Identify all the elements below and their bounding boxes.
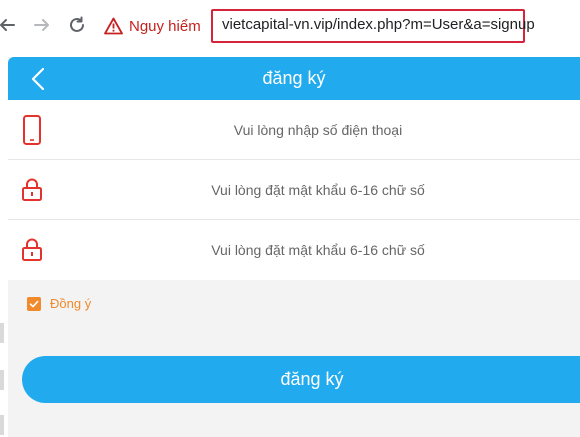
app-header: đăng ký — [8, 57, 580, 100]
password-input[interactable] — [68, 160, 568, 219]
confirm-password-input[interactable] — [68, 220, 568, 280]
checkmark-icon — [29, 300, 39, 307]
lock-icon — [20, 235, 44, 265]
signup-form — [8, 100, 580, 280]
page-title: đăng ký — [262, 68, 326, 88]
lock-icon — [20, 175, 44, 205]
address-bar-url[interactable]: vietcapital-vn.vip/index.php?m=User&a=si… — [222, 16, 535, 33]
phone-row — [8, 100, 580, 160]
confirm-password-row — [8, 220, 580, 280]
agree-checkbox-row[interactable]: Đồng ý — [27, 296, 91, 311]
site-security-chip[interactable]: Nguy hiểm — [103, 12, 201, 40]
security-status-label: Nguy hiểm — [129, 17, 201, 35]
browser-back-button[interactable] — [0, 14, 18, 36]
agree-checkbox[interactable] — [27, 296, 41, 311]
arrow-left-icon — [0, 19, 15, 31]
browser-reload-button[interactable] — [66, 14, 88, 36]
phone-input[interactable] — [68, 100, 568, 159]
agree-label: Đồng ý — [50, 296, 92, 311]
phone-icon — [20, 115, 44, 145]
signup-submit-button[interactable]: đăng ký — [22, 356, 580, 403]
arrow-right-icon — [34, 19, 49, 31]
browser-forward-button[interactable] — [31, 14, 53, 36]
reload-icon — [70, 16, 84, 32]
warning-icon — [103, 16, 123, 36]
chevron-left-icon — [31, 67, 45, 91]
signup-page: đăng ký Vui lòng nhập số điện thoại Đồng… — [8, 57, 580, 437]
password-row — [8, 160, 580, 220]
back-button[interactable] — [26, 66, 50, 92]
browser-toolbar: Nguy hiểm vietcapital-vn.vip/index.php?m… — [0, 0, 580, 52]
